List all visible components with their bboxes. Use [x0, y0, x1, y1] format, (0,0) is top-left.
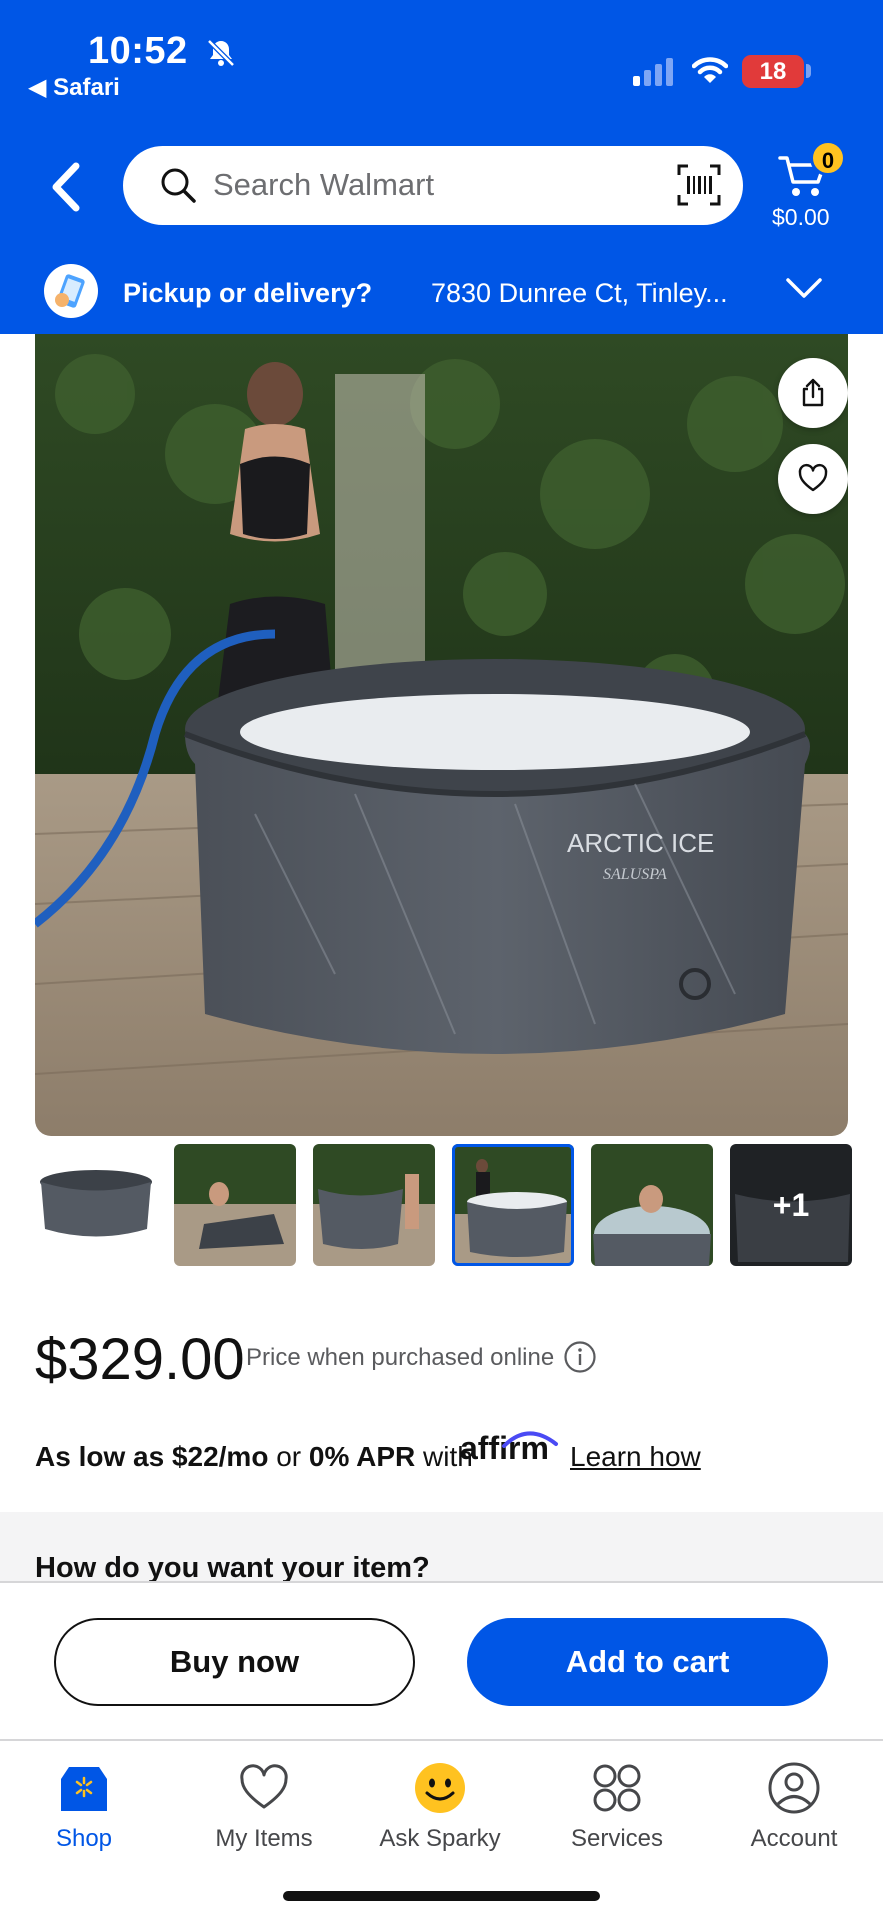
thumbnail-3[interactable]: [313, 1144, 435, 1266]
pickup-address: 7830 Dunree Ct, Tinley...: [431, 278, 728, 308]
account-icon: [768, 1762, 820, 1814]
affirm-middle: or: [268, 1441, 309, 1472]
search-icon: [161, 168, 196, 203]
pickup-delivery-icon: [44, 264, 98, 318]
product-image[interactable]: ARCTIC ICE SALUSPA: [35, 334, 848, 1136]
share-button[interactable]: [778, 358, 848, 428]
affirm-financing-text: As low as $22/mo or 0% APR with: [35, 1441, 473, 1473]
affirm-apr: 0% APR: [308, 1441, 416, 1472]
add-to-cart-button[interactable]: Add to cart: [467, 1618, 828, 1706]
thumbnail-6[interactable]: +1: [730, 1144, 852, 1266]
services-grid-icon: [593, 1764, 641, 1812]
buy-now-button[interactable]: Buy now: [54, 1618, 415, 1706]
learn-how-link[interactable]: Learn how: [570, 1441, 701, 1473]
sparky-smiley-icon: [415, 1763, 465, 1813]
search-input[interactable]: Search Walmart: [123, 146, 743, 225]
tub-brand-subtext: SALUSPA: [603, 866, 667, 883]
nav-my-items[interactable]: My Items: [176, 1761, 352, 1871]
search-placeholder: Search Walmart: [213, 167, 435, 202]
thumbnail-1[interactable]: [35, 1144, 157, 1266]
pickup-delivery-bar[interactable]: Pickup or delivery? 7830 Dunree Ct, Tinl…: [0, 258, 883, 334]
thumbnail-2[interactable]: [174, 1144, 296, 1266]
affirm-prefix: As low as: [35, 1441, 172, 1472]
pickup-label: Pickup or delivery?: [123, 278, 373, 308]
nav-ask-sparky[interactable]: Ask Sparky: [352, 1761, 528, 1871]
status-time: 10:52: [88, 30, 188, 72]
fulfillment-heading: How do you want your item?: [35, 1552, 430, 1581]
favorite-button[interactable]: [778, 444, 848, 514]
thumbnail-5[interactable]: [591, 1144, 713, 1266]
nav-account-label: Account: [750, 1825, 838, 1852]
nav-services-label: Services: [570, 1825, 664, 1852]
back-chevron-icon[interactable]: [44, 160, 90, 214]
heart-icon: [798, 463, 828, 492]
signal-icon: [633, 58, 673, 86]
wifi-icon: [692, 57, 728, 83]
home-indicator: [283, 1891, 600, 1901]
product-price: $329.00: [35, 1327, 245, 1392]
share-icon: [802, 378, 824, 407]
app-header: 10:52 ◀ Safari 18 Search Walmart 0 $0.00…: [0, 0, 883, 334]
thumbnail-4[interactable]: [452, 1144, 574, 1266]
nav-ask-sparky-label: Ask Sparky: [379, 1825, 501, 1852]
info-icon[interactable]: [563, 1340, 597, 1374]
image-thumbnail-strip: +1: [35, 1144, 852, 1266]
shop-icon: [61, 1767, 107, 1811]
cart-count-badge: 0: [810, 140, 846, 176]
cart-button[interactable]: 0 $0.00: [772, 140, 852, 235]
battery-tip: [806, 64, 811, 78]
nav-services[interactable]: Services: [529, 1761, 705, 1871]
chevron-down-icon[interactable]: [784, 274, 824, 304]
nav-shop-label: Shop: [55, 1825, 113, 1852]
barcode-scan-icon[interactable]: [676, 163, 722, 207]
purchase-action-bar: Buy now Add to cart: [0, 1581, 883, 1739]
nav-my-items-label: My Items: [215, 1825, 313, 1852]
bell-slash-icon: [207, 39, 235, 67]
battery-icon: 18: [742, 55, 804, 88]
affirm-monthly: $22/mo: [171, 1441, 269, 1472]
nav-account[interactable]: Account: [706, 1761, 882, 1871]
more-images-count: +1: [772, 1187, 810, 1223]
product-photo: ARCTIC ICE SALUSPA: [35, 334, 848, 1136]
fulfillment-section: How do you want your item?: [0, 1512, 883, 1581]
cart-total: $0.00: [772, 204, 830, 230]
back-to-safari[interactable]: ◀ Safari: [28, 73, 120, 102]
price-note: Price when purchased online: [246, 1344, 555, 1371]
affirm-arc-icon: [502, 1431, 558, 1448]
heart-icon: [240, 1764, 288, 1809]
nav-shop[interactable]: Shop: [0, 1761, 172, 1871]
tub-brand-text: ARCTIC ICE: [567, 828, 714, 858]
